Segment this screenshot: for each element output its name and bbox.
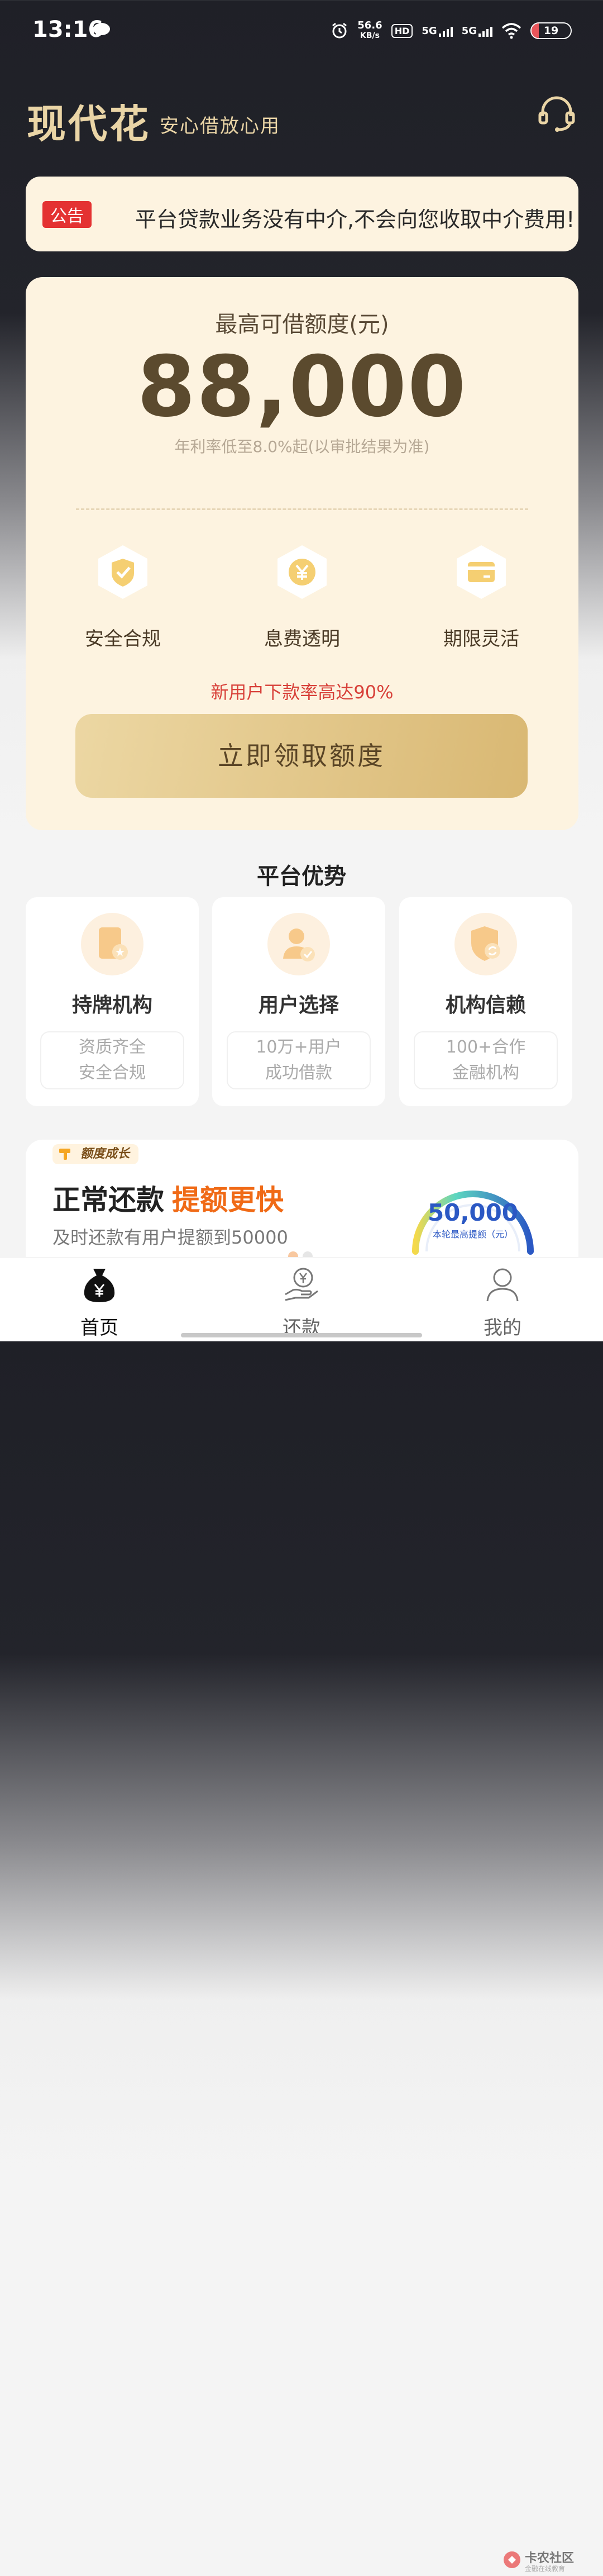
alarm-icon bbox=[332, 22, 347, 39]
advantage-card-trust: 机构信赖 100+合作 金融机构 bbox=[399, 897, 572, 1106]
growth-subtitle: 及时还款有用户提额到50000 bbox=[52, 1227, 288, 1248]
wifi-icon bbox=[501, 23, 521, 39]
shield-check-icon bbox=[98, 545, 147, 599]
bottom-tab-bar: 首页 还款 我的 卡农社区 金融在线教育 bbox=[0, 1257, 603, 2573]
chat-bubble-icon bbox=[93, 23, 110, 37]
advantages-title: 平台优势 bbox=[257, 864, 346, 889]
watermark-line2: 金融在线教育 bbox=[525, 2565, 566, 2573]
advantage-desc: 100+合作 金融机构 bbox=[414, 1031, 558, 1089]
advantage-desc-line1: 资质齐全 bbox=[79, 1037, 146, 1057]
advantage-desc-line2: 成功借款 bbox=[265, 1063, 332, 1083]
flag-icon bbox=[59, 1149, 70, 1160]
signal-2-label: 5G bbox=[461, 25, 477, 37]
tab-repay[interactable]: 还款 bbox=[246, 1265, 357, 1340]
growth-headline: 正常还款 提额更快 bbox=[52, 1178, 284, 1218]
advantage-desc: 资质齐全 安全合规 bbox=[40, 1031, 184, 1089]
growth-tag-label: 额度成长 bbox=[80, 1147, 130, 1161]
shield-refresh-icon bbox=[454, 913, 517, 975]
quota-amount: 88,000 bbox=[137, 339, 467, 436]
signal-1: 5G bbox=[422, 25, 453, 37]
advantage-card-users: 用户选择 10万+用户 成功借款 bbox=[212, 897, 385, 1106]
notice-bar[interactable]: 公告 平台贷款业务没有中介,不会向您收取中介费用! bbox=[26, 177, 578, 251]
brand-slogan: 安心借放心用 bbox=[160, 115, 280, 137]
feature-transparent: 息费透明 bbox=[235, 544, 369, 651]
tab-home[interactable]: 首页 bbox=[44, 1265, 155, 1340]
advantage-desc-line1: 10万+用户 bbox=[256, 1037, 342, 1057]
profile-icon bbox=[486, 1268, 519, 1302]
quota-card: 最高可借额度(元) 88,000 年利率低至8.0%起(以审批结果为准) 安全合… bbox=[26, 277, 578, 830]
community-watermark: 卡农社区 金融在线教育 bbox=[502, 2548, 592, 2576]
feature-flexible: 期限灵活 bbox=[414, 544, 548, 651]
status-bar: 13:16 56.6 KB/s HD 5G 5G 19 bbox=[0, 0, 603, 61]
headset-icon[interactable] bbox=[537, 94, 576, 133]
growth-headline-part1: 正常还款 bbox=[52, 1184, 164, 1216]
dashed-divider bbox=[76, 508, 528, 510]
advantage-desc-line1: 100+合作 bbox=[446, 1037, 526, 1057]
yuan-coin-icon bbox=[277, 545, 327, 599]
home-indicator[interactable] bbox=[181, 1333, 422, 1337]
feature-safe: 安全合规 bbox=[56, 544, 190, 651]
growth-headline-part2: 提额更快 bbox=[172, 1184, 284, 1216]
notice-text: 平台贷款业务没有中介,不会向您收取中介费用! bbox=[135, 207, 575, 232]
repay-icon bbox=[285, 1268, 318, 1301]
feature-label: 安全合规 bbox=[85, 628, 161, 650]
advantage-desc: 10万+用户 成功借款 bbox=[227, 1031, 371, 1089]
advantage-title: 机构信赖 bbox=[445, 994, 526, 1017]
advantage-title: 用户选择 bbox=[258, 994, 339, 1017]
tab-mine[interactable]: 我的 bbox=[447, 1265, 558, 1340]
claim-quota-button[interactable]: 立即领取额度 bbox=[75, 714, 528, 798]
feature-label: 息费透明 bbox=[264, 628, 340, 650]
notice-tag: 公告 bbox=[42, 201, 92, 228]
advantage-card-licensed: 持牌机构 资质齐全 安全合规 bbox=[26, 897, 199, 1106]
battery-level: 19 bbox=[543, 25, 559, 37]
battery-icon: 19 bbox=[530, 22, 572, 39]
advantage-title: 持牌机构 bbox=[71, 994, 152, 1017]
signal-1-label: 5G bbox=[422, 25, 437, 37]
advantage-desc-line2: 安全合规 bbox=[79, 1063, 146, 1083]
brand-title: 现代花 bbox=[27, 101, 151, 147]
tab-label: 首页 bbox=[80, 1317, 118, 1339]
watermark-logo-icon bbox=[504, 2551, 520, 2568]
advantage-desc-line2: 金融机构 bbox=[452, 1063, 519, 1083]
rate-note: 年利率低至8.0%起(以审批结果为准) bbox=[174, 437, 430, 456]
signal-2: 5G bbox=[462, 25, 492, 37]
tab-label: 我的 bbox=[484, 1317, 521, 1339]
growth-tag: 额度成长 bbox=[52, 1144, 139, 1164]
signal-bars-icon bbox=[438, 26, 453, 37]
hd-badge: HD bbox=[391, 23, 413, 38]
user-check-icon bbox=[267, 913, 330, 975]
gauge-value: 50,000 bbox=[427, 1199, 519, 1226]
gauge-caption: 本轮最高提额（元） bbox=[432, 1229, 513, 1240]
promo-text: 新用户下款率高达90% bbox=[210, 682, 394, 703]
license-icon bbox=[81, 913, 143, 975]
money-bag-icon bbox=[84, 1269, 115, 1302]
net-speed-unit: KB/s bbox=[360, 31, 380, 40]
net-speed: 56.6 KB/s bbox=[357, 21, 382, 41]
card-icon bbox=[457, 545, 506, 599]
quota-label: 最高可借额度(元) bbox=[215, 312, 389, 337]
signal-bars-icon bbox=[478, 26, 492, 37]
net-speed-value: 56.6 bbox=[357, 20, 382, 31]
feature-label: 期限灵活 bbox=[443, 628, 519, 650]
status-indicators: 56.6 KB/s HD 5G 5G 19 bbox=[331, 18, 572, 44]
